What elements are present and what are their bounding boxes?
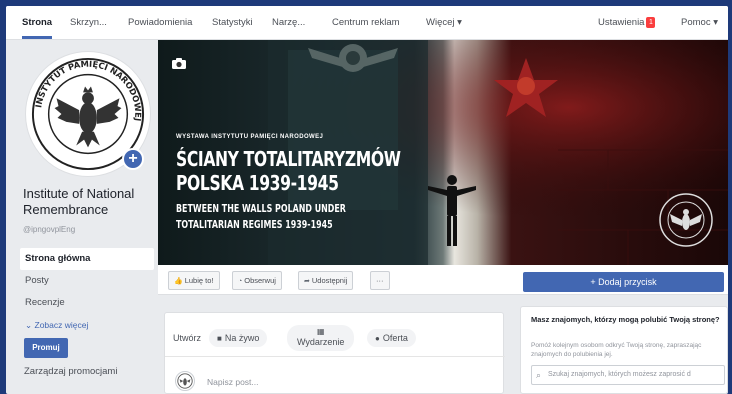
page-top-nav: Strona Skrzyn... Powiadomienia Statystyk…: [6, 6, 728, 40]
left-nav: Strona główna Posty Recenzje ⌄ Zobacz wi…: [20, 248, 154, 336]
calendar-icon: ▦: [316, 327, 325, 336]
offer-button[interactable]: ● Oferta: [367, 329, 416, 347]
composer-tabs: Utwórz ■ Na żywo ▦ Wydarzenie ● Oferta: [165, 313, 505, 357]
offer-label: Oferta: [382, 333, 408, 343]
composer-avatar: [175, 371, 195, 391]
add-profile-photo-button[interactable]: +: [122, 148, 144, 170]
manage-promotions-link[interactable]: Zarządzaj promocjami: [24, 366, 117, 377]
follow-label: Obserwuj: [244, 276, 276, 285]
cover-english-line1: BETWEEN THE WALLS POLAND UNDER: [176, 202, 346, 215]
tab-statystyki[interactable]: Statystyki: [212, 17, 253, 28]
see-more-label: Zobacz więcej: [34, 320, 89, 330]
left-column: INSTYTUT PAMIĘCI NARODOWEJ + Institute o…: [6, 40, 158, 394]
chevron-down-icon: ⌄: [25, 320, 33, 330]
tag-icon: ●: [375, 334, 380, 343]
tab-narzedzia[interactable]: Narzę...: [272, 17, 305, 28]
share-arrow-icon: ➦: [304, 278, 310, 285]
cover-photo[interactable]: WYSTAWA INSTYTUTU PAMIĘCI NARODOWEJ ŚCIA…: [158, 40, 728, 265]
share-label: Udostępnij: [311, 276, 348, 285]
share-button[interactable]: ➦ Udostępnij: [298, 271, 354, 290]
settings-badge: 1: [646, 17, 656, 28]
invite-friends-card: Masz znajomych, którzy mogą polubić Twoj…: [520, 306, 728, 394]
post-composer: Utwórz ■ Na żywo ▦ Wydarzenie ● Oferta Napi…: [164, 312, 505, 394]
cover-title-line2: POLSKA 1939-1945: [176, 171, 339, 195]
help-menu[interactable]: Pomoc ▾: [681, 17, 718, 28]
go-live-button[interactable]: ■ Na żywo: [209, 329, 268, 347]
thumbs-up-icon: 👍: [174, 278, 183, 285]
tab-centrum-reklam[interactable]: Centrum reklam: [332, 17, 400, 28]
page-handle[interactable]: @ipngovplEng: [23, 225, 75, 234]
rss-icon: ◔: [238, 278, 243, 285]
cover-english-line2: TOTALITARIAN REGIMES 1939-1945: [176, 218, 333, 231]
friend-search-placeholder: Szukaj znajomych, których możesz zaprosi…: [548, 371, 691, 378]
settings-label: Ustawienia: [598, 17, 645, 29]
promote-button[interactable]: Promuj: [24, 338, 68, 358]
video-camera-icon: ■: [217, 334, 222, 343]
add-button-cta[interactable]: + Dodaj przycisk: [523, 272, 724, 292]
create-label: Utwórz: [173, 333, 202, 343]
cover-subtitle: WYSTAWA INSTYTUTU PAMIĘCI NARODOWEJ: [176, 134, 324, 140]
like-button[interactable]: 👍 Lubię to!: [168, 271, 220, 290]
tab-skrzynka[interactable]: Skrzyn...: [70, 17, 107, 28]
event-label: Wydarzenie: [297, 337, 345, 347]
like-label: Lubię to!: [184, 276, 214, 285]
plus-icon: +: [128, 150, 138, 167]
left-nav-see-more[interactable]: ⌄ Zobacz więcej: [20, 314, 154, 336]
camera-icon[interactable]: [172, 58, 188, 70]
event-button[interactable]: ▦ Wydarzenie: [287, 325, 355, 351]
follow-button[interactable]: ◔ Obserwuj: [232, 271, 282, 290]
left-nav-item-posts[interactable]: Posty: [20, 270, 154, 292]
go-live-label: Na żywo: [224, 333, 260, 343]
cover-title-line1: ŚCIANY TOTALITARYZMÓW: [176, 147, 401, 171]
invite-card-title: Masz znajomych, którzy mogą polubić Twoj…: [531, 315, 720, 324]
search-icon: ⌕: [536, 370, 542, 380]
facebook-page-screen: Strona Skrzyn... Powiadomienia Statystyk…: [6, 6, 728, 394]
left-nav-item-home[interactable]: Strona główna: [20, 248, 154, 270]
invite-card-description: Pomóż kolejnym osobom odkryć Twoją stron…: [531, 342, 702, 358]
settings-link[interactable]: Ustawienia 1: [598, 17, 656, 29]
tab-strona[interactable]: Strona: [22, 17, 53, 39]
tab-powiadomienia[interactable]: Powiadomienia: [128, 17, 192, 28]
page-action-bar: 👍 Lubię to! ◔ Obserwuj ➦ Udostępnij ··· + D…: [158, 265, 728, 295]
write-post-input[interactable]: Napisz post...: [207, 377, 259, 387]
tab-wiecej[interactable]: Więcej ▾: [426, 17, 462, 28]
left-nav-item-reviews[interactable]: Recenzje: [20, 292, 154, 314]
friend-search-input[interactable]: ⌕ Szukaj znajomych, których możesz zapro…: [531, 365, 725, 385]
page-title: Institute of National Remembrance: [23, 186, 135, 217]
more-options-button[interactable]: ···: [370, 271, 390, 290]
